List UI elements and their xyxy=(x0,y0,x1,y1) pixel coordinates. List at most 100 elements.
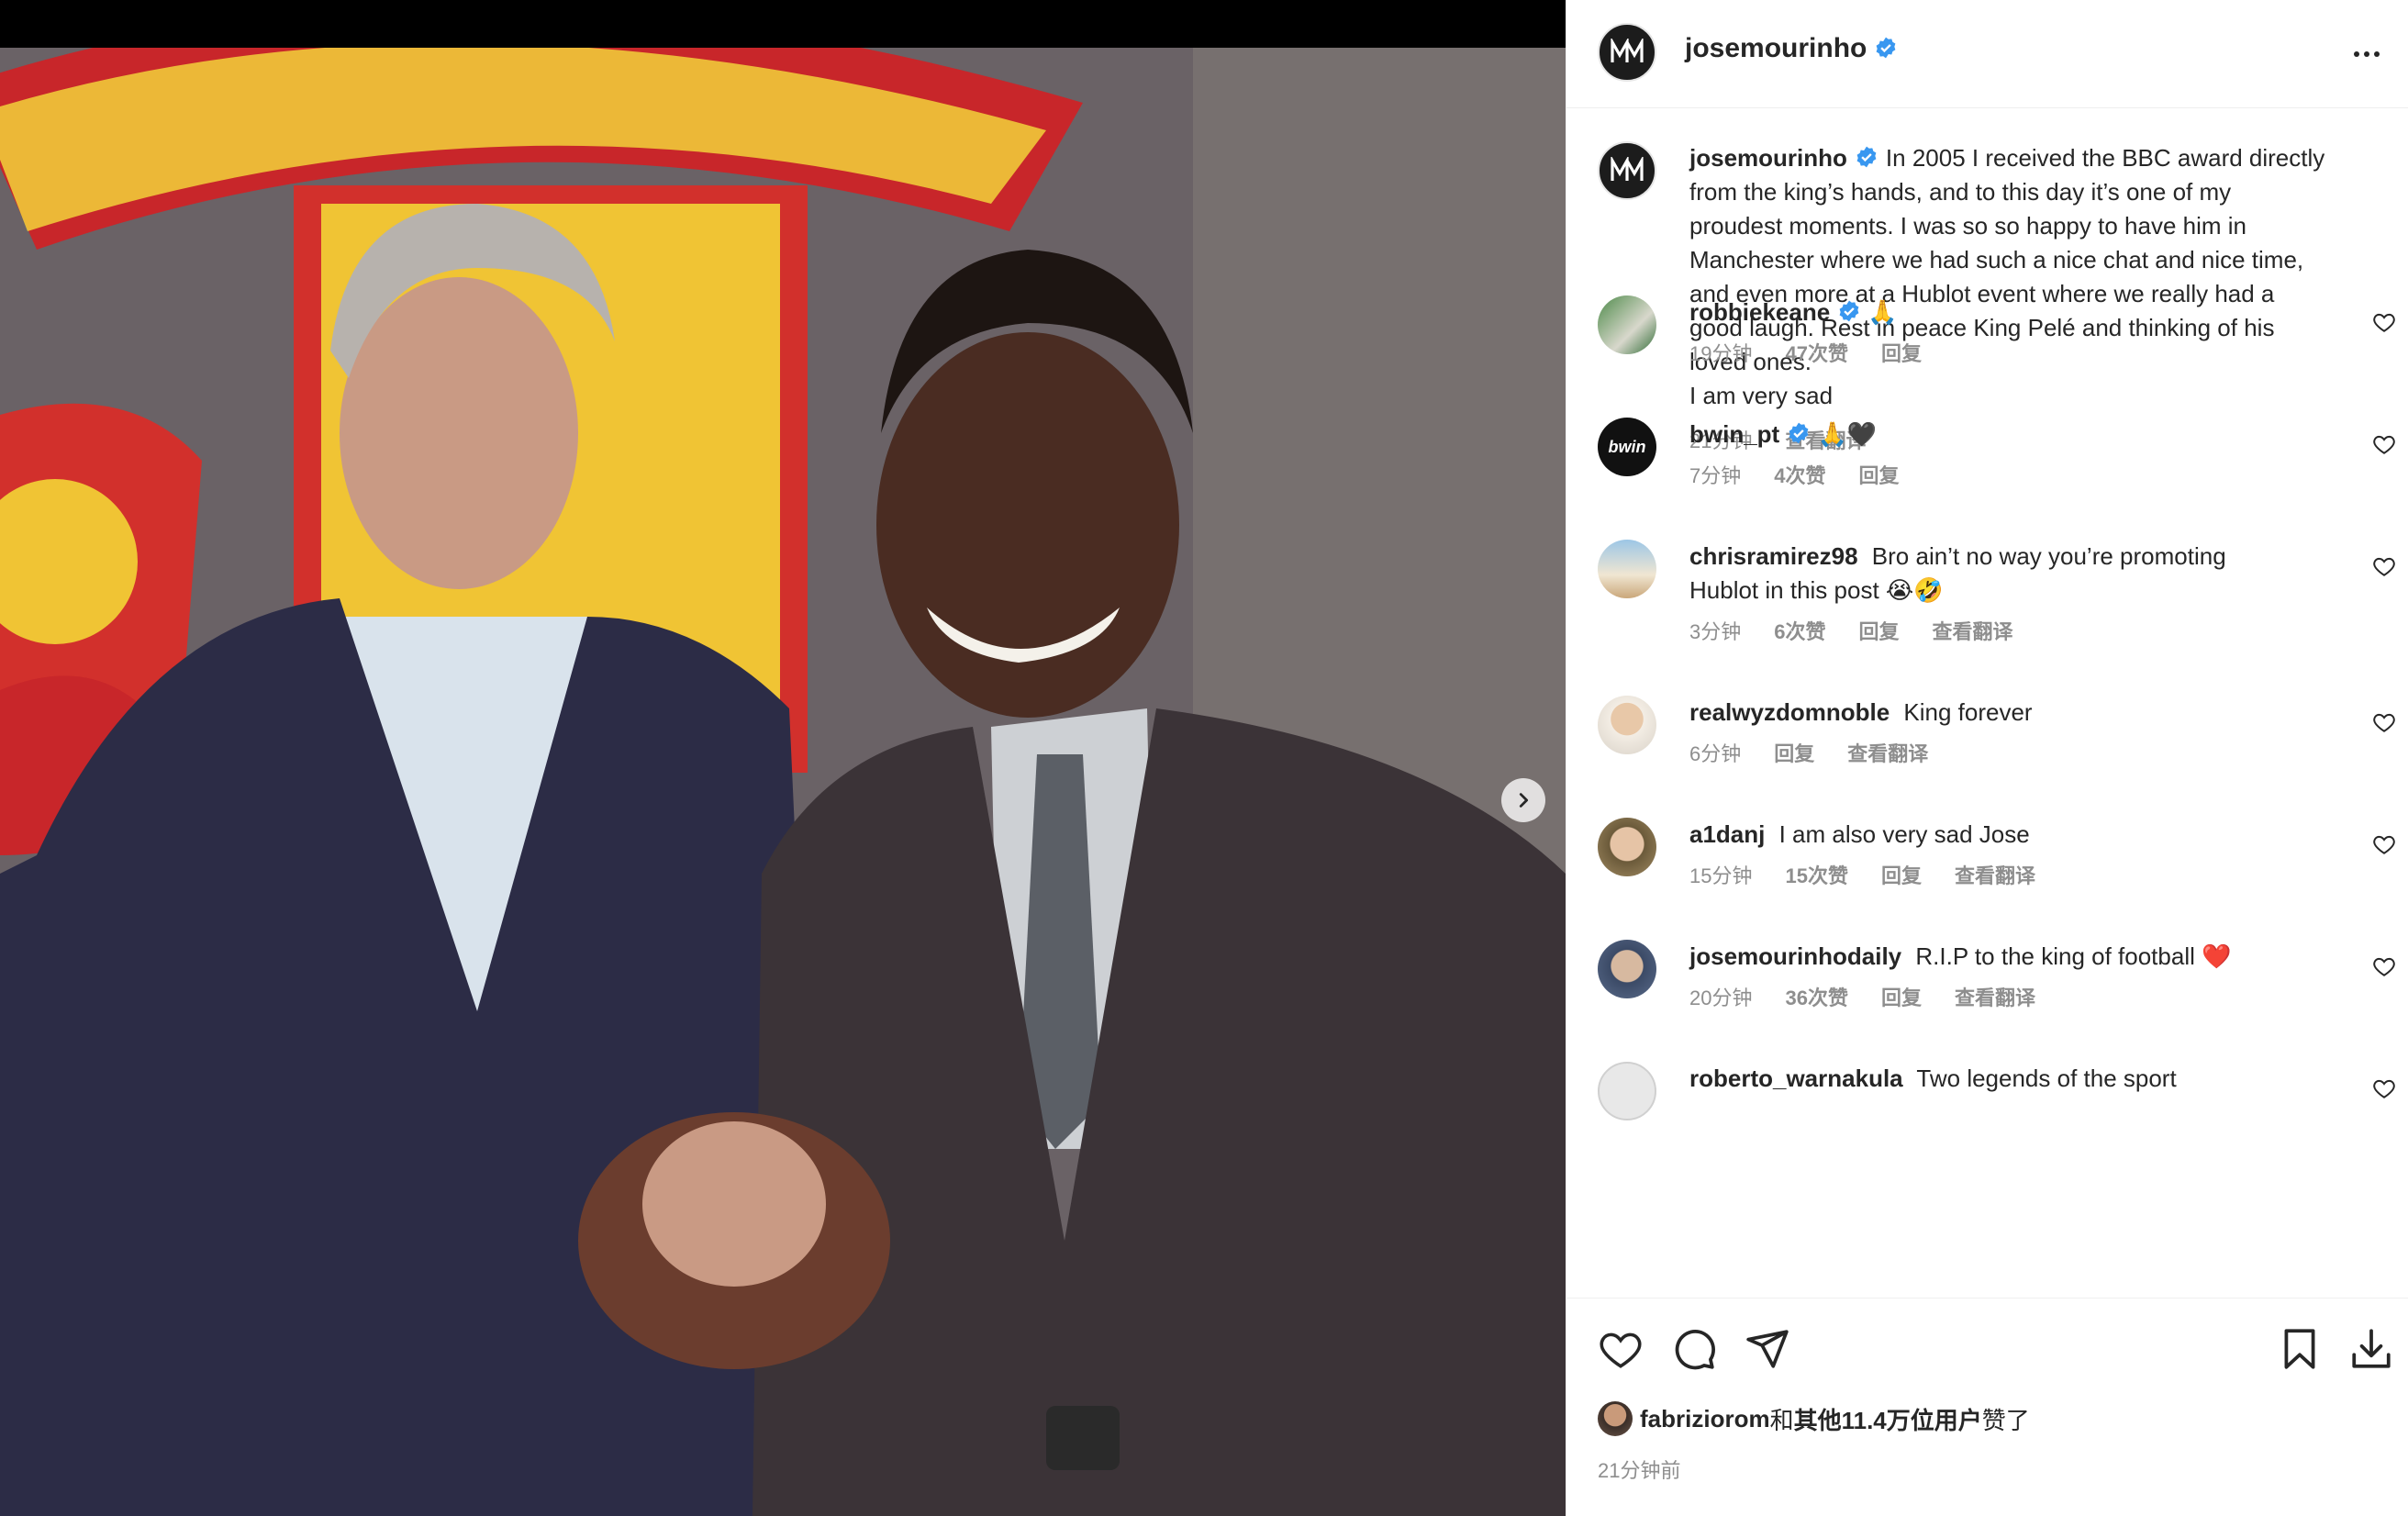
post-photo[interactable] xyxy=(0,48,1566,1516)
comment-like-heart-icon[interactable] xyxy=(2372,432,2396,456)
comment-timestamp[interactable]: 20分钟 xyxy=(1689,981,1752,1015)
comment-meta: 20分钟 36次赞 回复 查看翻译 xyxy=(1689,981,2332,1015)
caption-line: from the king’s hands, and to this day i… xyxy=(1689,178,2232,206)
commenter-username[interactable]: realwyzdomnoble xyxy=(1689,698,1890,726)
jm-logo-icon xyxy=(1611,39,1644,62)
commenter-username[interactable]: bwin_pt xyxy=(1689,420,1779,448)
comment-like-count[interactable]: 6次赞 xyxy=(1774,615,1825,649)
commenter-avatar[interactable] xyxy=(1598,295,1656,354)
comment-like-heart-icon[interactable] xyxy=(2372,954,2396,978)
comment-timestamp[interactable]: 19分钟 xyxy=(1689,337,1752,371)
comment-meta: 3分钟 6次赞 回复 查看翻译 xyxy=(1689,615,2332,649)
caption-author-avatar[interactable] xyxy=(1598,141,1656,200)
comment-text: Bro ain’t no way you’re promoting xyxy=(1871,542,2226,570)
commenter-username[interactable]: josemourinhodaily xyxy=(1689,942,1901,970)
comment-translate-link[interactable]: 查看翻译 xyxy=(1955,981,2035,1015)
caption-line: Manchester where we had such a nice chat… xyxy=(1689,246,2304,273)
comment-text: Two legends of the sport xyxy=(1916,1065,2177,1092)
comment-like-heart-icon[interactable] xyxy=(2372,1076,2396,1100)
likes-suffix: 赞了 xyxy=(1981,1406,2030,1434)
caption-line: In 2005 I received the BBC award directl… xyxy=(1885,144,2325,172)
carousel-next-button[interactable] xyxy=(1501,778,1545,822)
caption-username[interactable]: josemourinho xyxy=(1689,144,1847,172)
comment-item: a1danj I am also very sad Jose 15分钟 15次赞… xyxy=(1566,818,2408,937)
comment-text: King forever xyxy=(1903,698,2033,726)
caption-line: proudest moments. I was so so happy to h… xyxy=(1689,212,2246,240)
commenter-avatar[interactable]: bwin xyxy=(1598,418,1656,476)
comment-reply-button[interactable]: 回复 xyxy=(1774,737,1814,771)
commenter-avatar[interactable] xyxy=(1598,1062,1656,1120)
comment-reply-button[interactable]: 回复 xyxy=(1859,459,1900,493)
commenter-username[interactable]: chrisramirez98 xyxy=(1689,542,1858,570)
comment-like-count[interactable]: 4次赞 xyxy=(1774,459,1825,493)
comment-text: 🙏🖤 xyxy=(1817,420,1878,448)
comment-like-heart-icon[interactable] xyxy=(2372,554,2396,578)
comment-timestamp[interactable]: 6分钟 xyxy=(1689,737,1741,771)
share-icon[interactable] xyxy=(1745,1326,1790,1372)
comment-like-heart-icon[interactable] xyxy=(2372,832,2396,856)
comment-like-heart-icon[interactable] xyxy=(2372,710,2396,734)
author-username-text[interactable]: josemourinho xyxy=(1685,33,1867,63)
comment-like-count[interactable]: 15次赞 xyxy=(1785,859,1847,893)
comment-reply-button[interactable]: 回复 xyxy=(1859,615,1900,649)
comment-like-heart-icon[interactable] xyxy=(2372,310,2396,334)
comment-meta: 15分钟 15次赞 回复 查看翻译 xyxy=(1689,859,2332,893)
comment-reply-button[interactable]: 回复 xyxy=(1881,337,1922,371)
comment-timestamp[interactable]: 7分钟 xyxy=(1689,459,1741,493)
comment-item: josemourinhodaily R.I.P to the king of f… xyxy=(1566,940,2408,1059)
comment-item: bwin bwin_pt 🙏🖤 7分钟 4次赞 回复 xyxy=(1566,418,2408,537)
jm-logo-icon xyxy=(1611,157,1644,181)
commenter-avatar[interactable] xyxy=(1598,940,1656,998)
comment-body: robbiekeane 🙏 19分钟 47次赞 回复 xyxy=(1689,295,2332,371)
comment-body: roberto_warnakula Two legends of the spo… xyxy=(1689,1062,2332,1096)
likes-connector: 和 xyxy=(1769,1406,1794,1434)
download-icon[interactable] xyxy=(2348,1326,2394,1372)
commenter-avatar[interactable] xyxy=(1598,818,1656,876)
verified-badge-icon xyxy=(1876,37,1896,59)
bookmark-icon[interactable] xyxy=(2277,1326,2323,1372)
comment-item: chrisramirez98 Bro ain’t no way you’re p… xyxy=(1566,540,2408,696)
chevron-right-icon xyxy=(1519,793,1529,808)
comments-list[interactable]: josemourinho In 2005 I received the BBC a… xyxy=(1566,108,2408,1298)
comment-like-count[interactable]: 47次赞 xyxy=(1785,337,1847,371)
heart-icon[interactable] xyxy=(1598,1326,1644,1372)
verified-badge-icon xyxy=(1839,300,1859,322)
comment-text: I am also very sad Jose xyxy=(1778,820,2030,848)
comment-meta: 7分钟 4次赞 回复 xyxy=(1689,459,2332,493)
verified-badge-icon xyxy=(1789,422,1809,444)
comment-translate-link[interactable]: 查看翻译 xyxy=(1933,615,2013,649)
author-username-header[interactable]: josemourinho xyxy=(1685,33,1898,64)
comment-body: a1danj I am also very sad Jose 15分钟 15次赞… xyxy=(1689,818,2332,893)
comment-body: josemourinhodaily R.I.P to the king of f… xyxy=(1689,940,2332,1015)
comment-meta: 6分钟 回复 查看翻译 xyxy=(1689,737,2332,771)
more-options-icon[interactable] xyxy=(2348,40,2385,68)
comment-translate-link[interactable]: 查看翻译 xyxy=(1955,859,2035,893)
commenter-username[interactable]: robbiekeane xyxy=(1689,298,1830,326)
commenter-avatar[interactable] xyxy=(1598,696,1656,754)
comment-reply-button[interactable]: 回复 xyxy=(1881,859,1922,893)
comment-timestamp[interactable]: 15分钟 xyxy=(1689,859,1752,893)
post-action-bar: fabriziorom 和其他11.4万位用户 赞了 21分钟前 xyxy=(1566,1298,2408,1516)
commenter-avatar[interactable] xyxy=(1598,540,1656,598)
photo-illustration xyxy=(0,48,1566,1516)
comment-text: 🙏 xyxy=(1867,298,1898,326)
author-avatar[interactable] xyxy=(1598,23,1656,82)
comment-meta: 19分钟 47次赞 回复 xyxy=(1689,337,2332,371)
comment-body: bwin_pt 🙏🖤 7分钟 4次赞 回复 xyxy=(1689,418,2332,493)
comment-reply-button[interactable]: 回复 xyxy=(1881,981,1922,1015)
comment-icon[interactable] xyxy=(1671,1326,1717,1372)
comment-translate-link[interactable]: 查看翻译 xyxy=(1847,737,1928,771)
likes-summary[interactable]: fabriziorom 和其他11.4万位用户 赞了 xyxy=(1598,1401,2030,1436)
verified-badge-icon xyxy=(1856,146,1877,168)
comment-body: chrisramirez98 Bro ain’t no way you’re p… xyxy=(1689,540,2332,649)
liker-avatar[interactable] xyxy=(1598,1401,1633,1436)
liker-username[interactable]: fabriziorom xyxy=(1640,1405,1770,1433)
comment-like-count[interactable]: 36次赞 xyxy=(1785,981,1847,1015)
commenter-username[interactable]: a1danj xyxy=(1689,820,1765,848)
post-timestamp[interactable]: 21分钟前 xyxy=(1598,1455,1680,1484)
commenter-username[interactable]: roberto_warnakula xyxy=(1689,1065,1903,1092)
post-sidebar: josemourinho josemourinho In 2005 I recei… xyxy=(1566,0,2408,1516)
likes-others-count[interactable]: 其他11.4万位用户 xyxy=(1794,1402,1982,1436)
comment-timestamp[interactable]: 3分钟 xyxy=(1689,615,1741,649)
post-header: josemourinho xyxy=(1566,0,2408,108)
